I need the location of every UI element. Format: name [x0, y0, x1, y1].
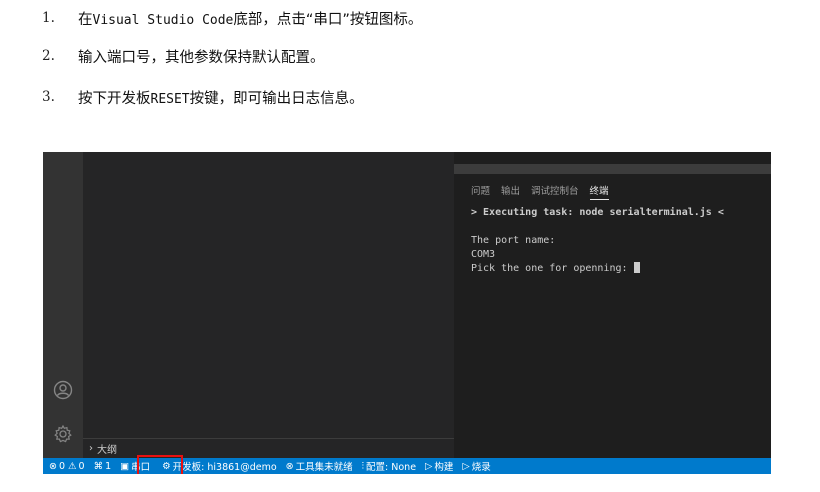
account-icon[interactable] — [53, 380, 73, 400]
toolchain-button[interactable]: ⊗ 工具集未就绪 — [285, 459, 353, 474]
gear-icon[interactable] — [53, 424, 73, 444]
terminal-line: Pick the one for openning: — [471, 262, 724, 276]
step-text-part: RESET — [150, 91, 190, 107]
toolchain-label: 工具集未就绪 — [295, 462, 353, 473]
error-icon: ⊗ — [285, 460, 294, 472]
step-2: 2. 输入端口号，其他参数保持默认配置。 — [42, 44, 325, 68]
step-number: 2. — [42, 48, 55, 64]
port-forward-icon: ⌘ — [93, 460, 104, 472]
status-bar: ⊗ 0 ⚠ 0 ⌘ 1 ▣ 串口 ⚙ 开发板: hi3861@demo ⊗ 工具集未就绪 ⫶… — [43, 458, 771, 474]
warning-count: 0 — [78, 460, 85, 472]
settings-sliders-icon: ⫶ — [361, 460, 365, 472]
step-text: 输入端口号，其他参数保持默认配置。 — [78, 49, 325, 66]
step-text: 按下开发板RESET按键，即可输出日志信息。 — [78, 87, 364, 108]
problems-status[interactable]: ⊗ 0 ⚠ 0 — [49, 461, 85, 472]
step-3: 3. 按下开发板RESET按键，即可输出日志信息。 — [42, 85, 364, 109]
terminal-line: > Executing task: node serialterminal.js… — [471, 207, 724, 218]
panel-tabs: 问题 输出 调试控制台 终端 — [471, 183, 620, 200]
gear-icon: ⚙ — [162, 460, 171, 472]
outline-section[interactable]: › 大纲 — [83, 438, 454, 458]
terminal-line: The port name: — [471, 235, 556, 246]
board-button[interactable]: ⚙ 开发板: hi3861@demo — [162, 459, 277, 474]
tab-output[interactable]: 输出 — [501, 183, 520, 200]
config-label: 配置: None — [366, 462, 417, 473]
burn-label: 烧录 — [471, 462, 491, 473]
terminal-icon: ▣ — [120, 460, 130, 472]
vscode-window: › 大纲 问题 输出 调试控制台 终端 > Executing task: no… — [43, 152, 771, 474]
tab-terminal[interactable]: 终端 — [589, 183, 609, 200]
terminal-output[interactable]: > Executing task: node serialterminal.js… — [471, 206, 724, 276]
config-button[interactable]: ⫶ 配置: None — [361, 459, 417, 474]
serial-label: 串口 — [131, 462, 151, 473]
step-text-part: 按键，即可输出日志信息。 — [189, 90, 364, 107]
tab-debug-console[interactable]: 调试控制台 — [531, 183, 579, 200]
step-text-part: 按下开发板 — [78, 90, 151, 107]
burn-button[interactable]: ▷ 烧录 — [462, 459, 491, 474]
step-text-part: Visual Studio Code — [92, 12, 234, 28]
terminal-line: COM3 — [471, 249, 496, 260]
warning-icon: ⚠ — [68, 460, 77, 472]
step-text-part: 底部，点击“串口”按钮图标。 — [233, 11, 423, 28]
play-icon: ▷ — [425, 460, 433, 472]
build-button[interactable]: ▷ 构建 — [425, 459, 454, 474]
terminal-cursor — [633, 262, 640, 273]
terminal-prompt: Pick the one for openning: — [471, 263, 634, 274]
step-1: 1. 在Visual Studio Code底部，点击“串口”按钮图标。 — [42, 6, 422, 30]
activity-bar — [43, 152, 83, 458]
outline-label: 大纲 — [97, 445, 117, 456]
error-icon: ⊗ — [49, 460, 57, 472]
panel-divider — [454, 164, 771, 174]
play-icon: ▷ — [462, 460, 470, 472]
chevron-right-icon: › — [89, 443, 93, 454]
step-number: 1. — [42, 10, 55, 26]
error-count: 0 — [58, 460, 66, 472]
build-label: 构建 — [434, 462, 454, 473]
step-text: 在Visual Studio Code底部，点击“串口”按钮图标。 — [78, 8, 422, 29]
panel-area: 问题 输出 调试控制台 终端 > Executing task: node se… — [454, 152, 771, 458]
board-label: 开发板: hi3861@demo — [172, 462, 277, 473]
sidebar: › 大纲 — [83, 152, 454, 458]
ports-status[interactable]: ⌘ 1 — [94, 461, 112, 472]
ports-count: 1 — [105, 460, 112, 472]
serial-button[interactable]: ▣ 串口 — [120, 459, 151, 474]
step-text-part: 在 — [78, 11, 93, 28]
step-number: 3. — [42, 89, 55, 105]
tab-problems[interactable]: 问题 — [471, 183, 490, 200]
